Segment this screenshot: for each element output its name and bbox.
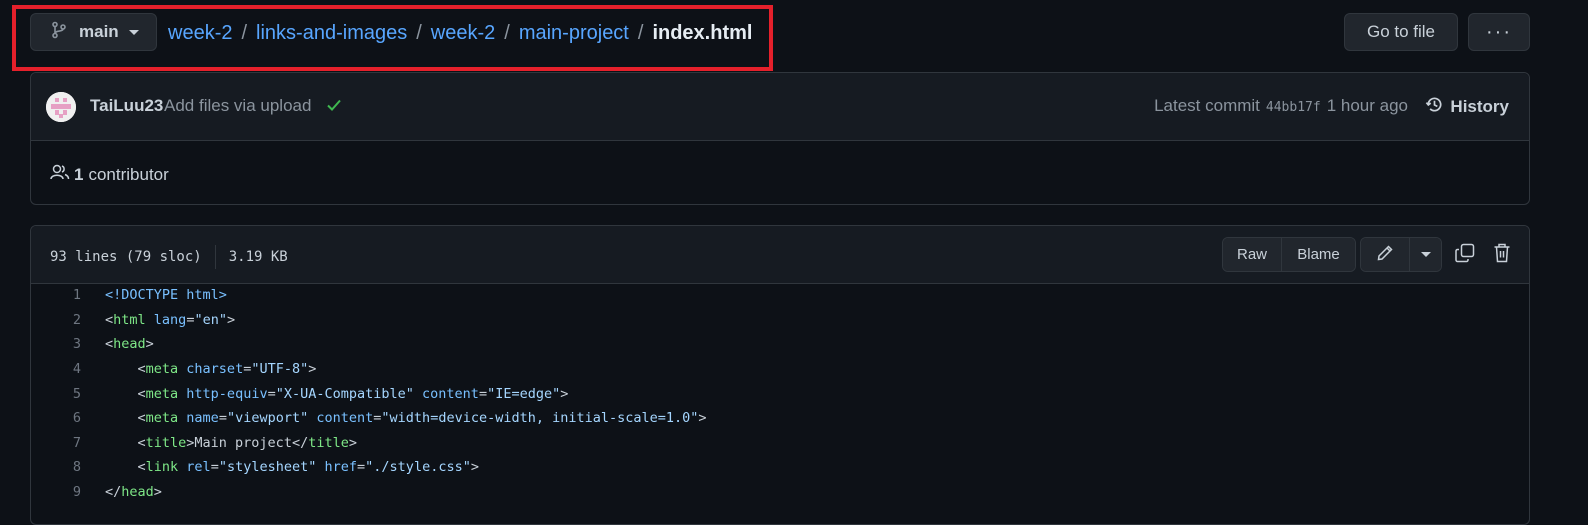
history-label: History: [1450, 97, 1509, 116]
branch-select-button[interactable]: main: [30, 13, 157, 51]
check-icon: [326, 98, 342, 117]
latest-commit-row: TaiLuu23 Add files via upload Latest com…: [31, 73, 1529, 141]
go-to-file-button[interactable]: Go to file: [1344, 13, 1458, 51]
contributors-row[interactable]: 1 contributor: [50, 163, 169, 186]
code-line: 1 <!DOCTYPE html>: [31, 283, 1529, 308]
line-number[interactable]: 3: [31, 336, 105, 352]
line-number[interactable]: 1: [31, 287, 105, 303]
commit-author-link[interactable]: TaiLuu23: [90, 96, 163, 116]
line-content: <title>Main project</title>: [105, 434, 357, 451]
breadcrumb-link-week-2-sub[interactable]: week-2: [431, 22, 495, 45]
line-number[interactable]: 9: [31, 484, 105, 500]
code-line: 9 </head>: [31, 480, 1529, 505]
pencil-icon: [1376, 244, 1394, 266]
code-line: 4 <meta charset="UTF-8">: [31, 357, 1529, 382]
code-line: 2 <html lang="en">: [31, 308, 1529, 333]
breadcrumb: week-2 / links-and-images / week-2 / mai…: [168, 13, 752, 53]
line-content: </head>: [105, 484, 162, 501]
git-branch-icon: [51, 21, 67, 44]
breadcrumb-separator: /: [241, 21, 248, 44]
file-size: 3.19 KB: [228, 249, 288, 265]
branch-name: main: [79, 22, 119, 41]
trash-icon[interactable]: [1493, 242, 1511, 269]
line-number[interactable]: 2: [31, 312, 105, 328]
line-number[interactable]: 8: [31, 459, 105, 475]
breadcrumb-link-week-2[interactable]: week-2: [168, 22, 232, 45]
line-number[interactable]: 5: [31, 386, 105, 402]
chevron-down-icon: [1420, 252, 1431, 257]
chevron-down-icon: [128, 29, 139, 35]
breadcrumb-link-links-and-images[interactable]: links-and-images: [256, 22, 407, 45]
code-line: 6 <meta name="viewport" content="width=d…: [31, 406, 1529, 431]
line-number[interactable]: 4: [31, 361, 105, 377]
commit-meta: Latest commit 44bb17f 1 hour ago: [1154, 96, 1408, 116]
code-line: 5 <meta http-equiv="X-UA-Compatible" con…: [31, 381, 1529, 406]
line-content: <!DOCTYPE html>: [105, 287, 227, 304]
divider: [214, 245, 216, 269]
edit-dropdown-button[interactable]: [1410, 238, 1441, 271]
more-options-button[interactable]: ···: [1468, 13, 1530, 51]
history-button[interactable]: History: [1425, 95, 1509, 119]
commit-info-box: TaiLuu23 Add files via upload Latest com…: [30, 72, 1530, 205]
line-content: <html lang="en">: [105, 311, 236, 328]
raw-button[interactable]: Raw: [1223, 238, 1282, 271]
contributor-label: contributor: [88, 164, 169, 184]
breadcrumb-current-file: index.html: [652, 21, 753, 44]
line-content: <head>: [105, 336, 154, 353]
avatar[interactable]: [46, 92, 76, 122]
commit-time: 1 hour ago: [1326, 96, 1408, 115]
breadcrumb-separator: /: [637, 21, 644, 44]
line-content: <meta http-equiv="X-UA-Compatible" conte…: [105, 385, 569, 402]
contributor-count: 1: [74, 164, 84, 184]
breadcrumb-link-main-project[interactable]: main-project: [519, 22, 629, 45]
edit-button[interactable]: [1361, 238, 1411, 271]
line-content: <meta charset="UTF-8">: [105, 361, 317, 378]
commit-message-link[interactable]: Add files via upload: [164, 96, 311, 116]
raw-blame-group: Raw Blame: [1222, 237, 1356, 272]
line-content: <link rel="stylesheet" href="./style.css…: [105, 459, 479, 476]
copy-icon[interactable]: [1454, 242, 1476, 269]
latest-commit-label: Latest commit: [1154, 96, 1260, 115]
people-icon: [50, 163, 74, 186]
file-header: 93 lines (79 sloc) 3.19 KB Raw Blame: [31, 226, 1529, 284]
file-info: 93 lines (79 sloc) 3.19 KB: [50, 245, 288, 269]
file-lines-info: 93 lines (79 sloc): [50, 249, 202, 265]
file-navigation: main week-2 / links-and-images / week-2 …: [30, 13, 1530, 53]
edit-group: [1360, 237, 1442, 272]
breadcrumb-separator: /: [504, 21, 510, 44]
commit-sha-link[interactable]: 44bb17f: [1266, 100, 1321, 115]
file-viewer: 93 lines (79 sloc) 3.19 KB Raw Blame 1 <…: [30, 225, 1530, 525]
breadcrumb-separator: /: [416, 21, 422, 44]
history-icon: [1425, 95, 1450, 119]
code-line: 7 <title>Main project</title>: [31, 431, 1529, 456]
code-line: 8 <link rel="stylesheet" href="./style.c…: [31, 455, 1529, 480]
line-content: <meta name="viewport" content="width=dev…: [105, 410, 707, 427]
code-line: 3 <head>: [31, 332, 1529, 357]
line-number[interactable]: 6: [31, 410, 105, 426]
code-view: 1 <!DOCTYPE html> 2 <html lang="en"> 3 <head>…: [31, 283, 1529, 504]
line-number[interactable]: 7: [31, 435, 105, 451]
blame-button[interactable]: Blame: [1282, 238, 1355, 271]
